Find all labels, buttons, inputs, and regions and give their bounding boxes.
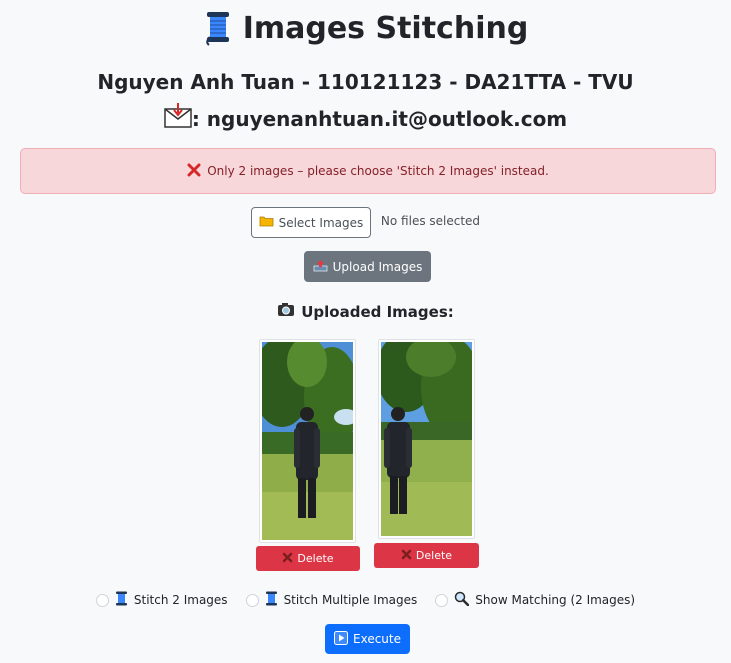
page-title-row: Images Stitching [0,10,731,46]
radio-show-matching[interactable] [435,593,449,607]
upload-images-button[interactable]: Upload Images [304,251,431,282]
stitch-mode-options: Stitch 2 Images Stitch Multiple Images S… [0,591,731,609]
uploaded-images-title: Uploaded Images: [301,302,454,321]
cross-mark-icon [187,163,201,180]
delete-image-1-button[interactable]: Delete [256,546,360,571]
folder-icon [259,215,274,230]
email-address: : nguyenanhtuan.it@outlook.com [191,106,568,131]
option-stitch-2-images[interactable]: Stitch 2 Images [95,591,228,609]
uploaded-images-heading: Uploaded Images: [0,302,731,321]
envelope-icon [164,103,192,134]
email-line: : nguyenanhtuan.it@outlook.com [0,103,731,134]
option-stitch-multiple-images[interactable]: Stitch Multiple Images [245,591,418,609]
alert-message: Only 2 images – please choose 'Stitch 2 … [207,164,549,178]
radio-stitch-2-images[interactable] [95,593,109,607]
play-icon [334,630,348,648]
delete-label: Delete [415,549,453,562]
uploaded-image-2 [378,339,475,539]
option-label: Stitch Multiple Images [283,593,418,607]
cross-mark-icon [282,552,293,566]
thread-spool-icon [115,591,128,609]
error-alert: Only 2 images – please choose 'Stitch 2 … [20,148,716,194]
file-select-row: Select Images No files selected [0,207,731,238]
upload-images-label: Upload Images [332,259,423,274]
magnifier-icon [454,591,470,609]
camera-icon [277,302,295,321]
thread-spool-icon [203,10,233,46]
thread-spool-icon [265,591,278,609]
person-photo-2 [381,342,472,536]
author-info: Nguyen Anh Tuan - 110121123 - DA21TTA - … [97,70,634,94]
person-photo-1 [262,342,353,540]
select-images-label: Select Images [278,215,364,230]
outbox-tray-icon [313,259,328,275]
option-show-matching[interactable]: Show Matching (2 Images) [435,591,635,609]
execute-button[interactable]: Execute [325,624,410,654]
delete-label: Delete [297,552,334,565]
file-status: No files selected [380,213,481,228]
option-label: Stitch 2 Images [133,593,228,607]
radio-stitch-multiple-images[interactable] [245,593,259,607]
delete-image-2-button[interactable]: Delete [374,543,479,568]
option-label: Show Matching (2 Images) [475,593,636,607]
uploaded-image-1 [259,339,356,543]
execute-label: Execute [353,632,401,646]
page-title: Images Stitching [242,10,529,46]
cross-mark-icon [401,549,412,563]
select-images-button[interactable]: Select Images [250,207,371,238]
